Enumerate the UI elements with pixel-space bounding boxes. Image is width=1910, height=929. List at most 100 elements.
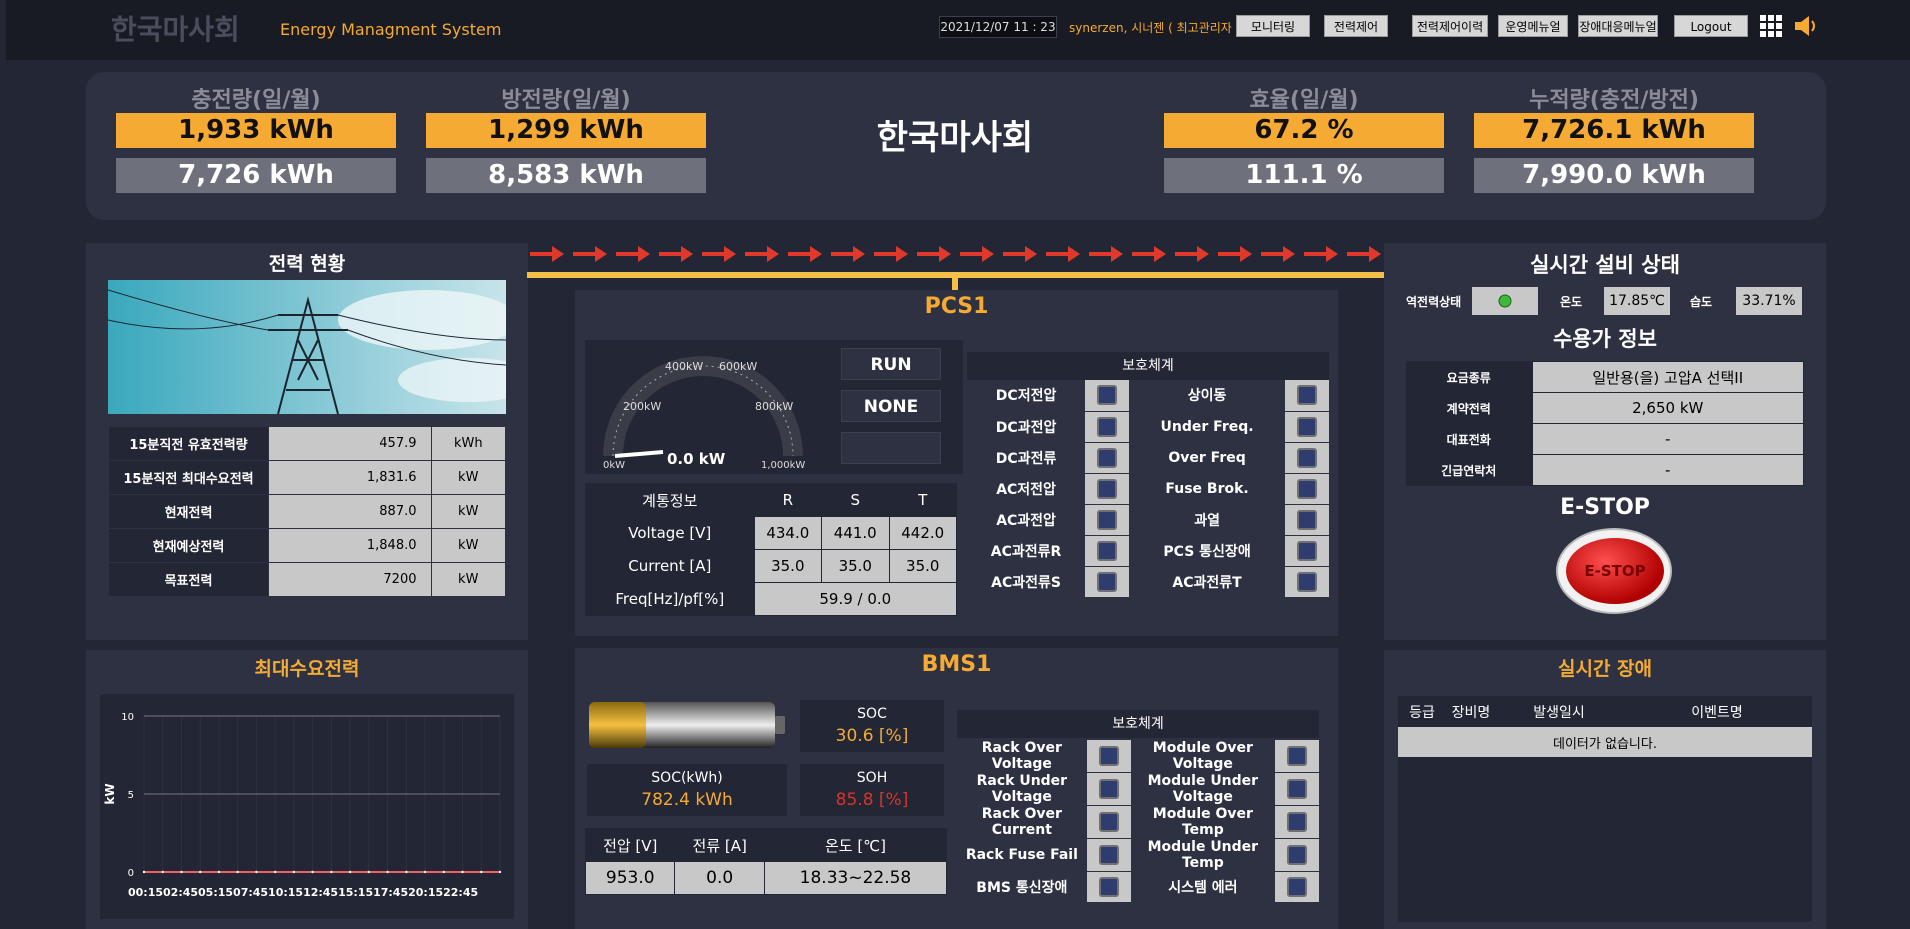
soc-kwh-value: 782.4 kWh — [641, 790, 733, 810]
nav-power-control-button[interactable]: 전력제어 — [1324, 15, 1388, 37]
soc-box: SOC 30.6 [%] — [800, 700, 944, 752]
consumer-table: 요금종류 일반용(을) 고압A 선택II 계약전력 2,650 kW 대표전화 - 긴… — [1406, 361, 1804, 486]
pcs-gauge-area: 0kW 200kW 400kW 600kW 800kW 1,000kW 0.0 … — [585, 340, 963, 474]
nav-fault-manual-button[interactable]: 장애대응메뉴얼 — [1578, 15, 1658, 37]
power-table: 15분직전 유효전력량 457.9 kWh 15분직전 최대수요전력 1,831.6 k… — [108, 426, 506, 597]
voltage-s: 441.0 — [821, 516, 890, 550]
status-indicator-icon — [1297, 571, 1317, 592]
bms-protection-table: Rack Over Voltage Module Over Voltage Rack… — [957, 740, 1319, 903]
bms-prot-indicator — [1275, 740, 1319, 773]
gauge-label-1000: 1,000kW — [761, 460, 805, 471]
flow-arrow-icon — [1347, 246, 1381, 262]
chart-point — [161, 870, 164, 874]
bms-prot-indicator — [1086, 805, 1131, 839]
pcs-prot-row: DC저전압 상이동 — [967, 380, 1329, 412]
bms-prot-indicator — [1086, 740, 1131, 773]
site-name: 한국마사회 — [876, 118, 1034, 158]
discharge-title: 방전량(일/월) — [501, 88, 631, 113]
chart-point — [217, 870, 221, 874]
power-row-unit: kWh — [430, 426, 506, 461]
bms-prot-indicator — [1275, 838, 1319, 872]
chart-y-tick: 5 — [128, 790, 134, 801]
chart-x-tick-labels: 00:1502:4505:1507:4510:1512:4515:1517:45… — [128, 886, 478, 899]
bms-prot-item-label: Rack Over Voltage — [957, 740, 1087, 773]
fault-header: 등급 — [1409, 704, 1435, 721]
bms-prot-indicator — [1275, 772, 1319, 806]
status-indicator-icon — [1098, 845, 1119, 865]
status-indicator-icon — [1287, 845, 1307, 865]
freq-label: Freq[Hz]/pf[%] — [585, 582, 755, 616]
pcs-prot-item-label: Over Freq — [1129, 442, 1285, 474]
sound-icon[interactable] — [1793, 14, 1819, 38]
charge-day-value: 1,933 kWh — [116, 113, 396, 148]
fault-empty-row: 데이터가 없습니다. — [1398, 727, 1812, 757]
flow-arrow-icon — [1218, 246, 1252, 262]
discharge-day-value: 1,299 kWh — [426, 113, 706, 148]
fault-header: 발생일시 — [1533, 704, 1585, 721]
flow-arrow-icon — [917, 246, 951, 262]
pcs-prot-indicator — [1285, 504, 1329, 536]
accumulated-charge-value: 7,726.1 kWh — [1474, 113, 1754, 148]
user-info: synerzen, 시너젠 ( 최고관리자 ) — [1069, 21, 1241, 35]
bms-title: BMS1 — [921, 652, 992, 677]
consumer-value: 2,650 kW — [1531, 392, 1804, 424]
status-indicator-icon — [1097, 385, 1118, 406]
nav-control-history-button[interactable]: 전력제어이력 — [1412, 15, 1488, 37]
soc-value: 30.6 [%] — [835, 726, 909, 746]
power-row-label: 15분직전 최대수요전력 — [108, 460, 269, 495]
reverse-power-label: 역전력상태 — [1406, 295, 1462, 309]
bms-prot-item-label: Rack Under Voltage — [957, 772, 1087, 806]
pcs-prot-indicator — [1085, 473, 1130, 505]
charge-title: 충전량(일/월) — [191, 88, 321, 113]
status-indicator-icon — [1098, 746, 1119, 766]
accumulated-discharge-value: 7,990.0 kWh — [1474, 158, 1754, 193]
status-indicator-icon — [1287, 779, 1307, 799]
flow-arrow-icon — [960, 246, 994, 262]
gauge-label-600: 600kW — [719, 360, 757, 373]
datetime-display: 2021/12/07 11 : 23 — [939, 16, 1057, 38]
power-row: 15분직전 유효전력량 457.9 kWh — [108, 426, 506, 461]
pcs-prot-item-label: 상이동 — [1129, 380, 1285, 412]
current-t: 35.0 — [888, 549, 957, 583]
bms-prot-item-label: Module Under Voltage — [1130, 772, 1275, 806]
power-status-title: 전력 현황 — [268, 253, 346, 275]
pcs-prot-item-label: 과열 — [1129, 504, 1285, 536]
chart-point — [480, 870, 483, 874]
power-row-label: 15분직전 유효전력량 — [108, 426, 269, 461]
temp-label: 온도 — [1560, 295, 1583, 309]
freq-value: 59.9 / 0.0 — [753, 582, 958, 616]
consumer-label: 요금종류 — [1446, 370, 1491, 385]
nav-operation-manual-button[interactable]: 운영메뉴얼 — [1498, 15, 1568, 37]
pcs-prot-item-label: DC저전압 — [967, 380, 1086, 412]
nav-monitoring-button[interactable]: 모니터링 — [1236, 15, 1310, 37]
bms-prot-indicator — [1086, 772, 1131, 806]
chart-point — [367, 870, 371, 874]
pcs-prot-indicator — [1085, 411, 1130, 443]
estop-button[interactable]: E-STOP — [1556, 528, 1672, 614]
bms-prot-row: Rack Under Voltage Module Under Voltage — [957, 772, 1319, 806]
soh-value: 85.8 [%] — [835, 790, 909, 810]
bms-temperature: 18.33~22.58 — [763, 861, 948, 895]
fault-header: 장비명 — [1451, 704, 1491, 721]
consumer-value: 일반용(을) 고압A 선택II — [1531, 361, 1804, 393]
pcs-prot-indicator — [1285, 442, 1329, 474]
bms-prot-item-label: Module Over Voltage — [1130, 740, 1275, 773]
pcs-prot-item-label: DC과전압 — [967, 411, 1086, 443]
pcs-prot-row: AC과전압 과열 — [967, 504, 1329, 536]
efficiency-day-value: 67.2 % — [1164, 113, 1444, 148]
bms-header: 전압 [V] — [584, 828, 676, 862]
power-row: 현재예상전력 1,848.0 kW — [108, 528, 506, 563]
logout-button[interactable]: Logout — [1674, 15, 1748, 37]
gauge-label-800: 800kW — [755, 400, 793, 413]
peak-chart-area: 0 5 10 kW 00:1502:4505:1507:4510:1512:4515:1… — [100, 694, 514, 919]
consumer-value: - — [1531, 454, 1804, 486]
flow-arrow-icon — [659, 246, 693, 262]
grid-menu-icon[interactable] — [1760, 15, 1782, 37]
power-row-label: 현재전력 — [108, 494, 269, 529]
bms-header: 전류 [A] — [674, 828, 765, 862]
consumer-label: 긴급연락처 — [1441, 463, 1497, 478]
power-row-label: 현재예상전력 — [108, 528, 269, 563]
chart-point — [236, 870, 239, 874]
chart-point — [273, 870, 277, 874]
bms-prot-indicator — [1086, 871, 1131, 903]
